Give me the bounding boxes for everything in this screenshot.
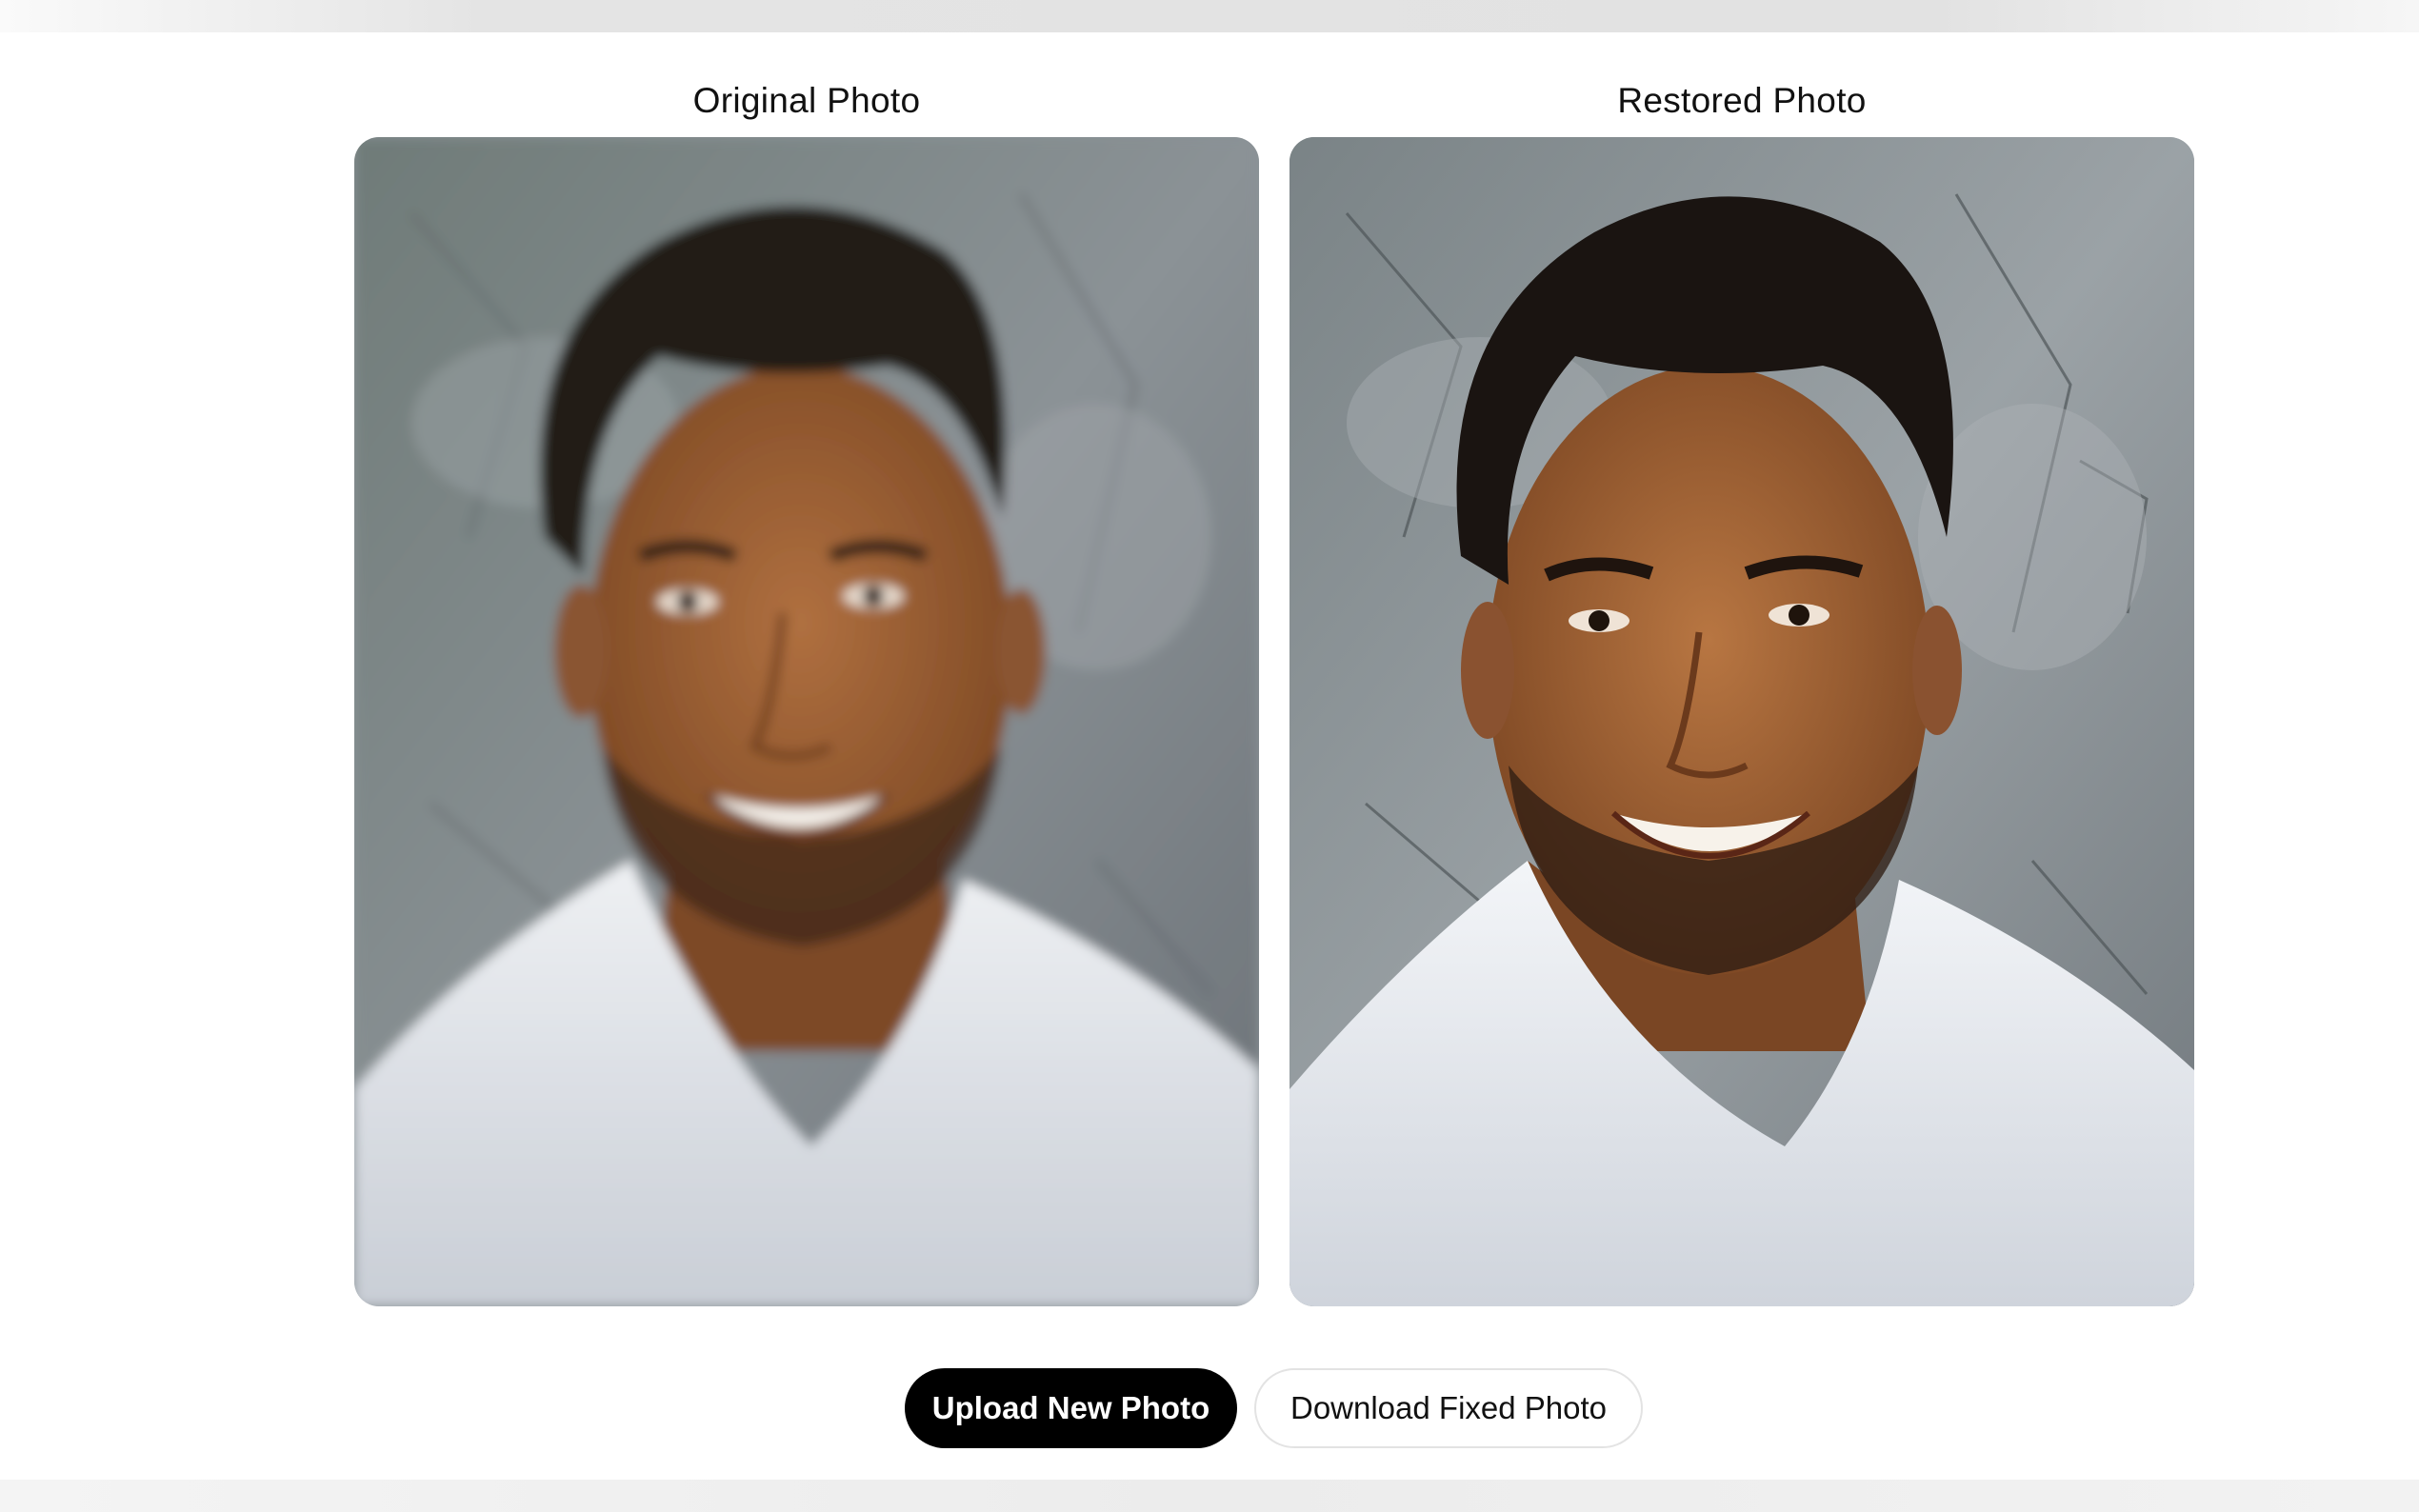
upload-new-photo-button[interactable]: Upload New Photo [905, 1368, 1237, 1448]
top-edge-shadow [0, 0, 2419, 32]
restored-photo-label: Restored Photo [1617, 81, 1867, 120]
download-fixed-photo-button[interactable]: Download Fixed Photo [1254, 1368, 1643, 1448]
bottom-edge-shadow [0, 1480, 2419, 1512]
original-photo [354, 137, 1259, 1306]
restored-photo [1289, 137, 2194, 1306]
original-photo-label: Original Photo [692, 81, 921, 120]
